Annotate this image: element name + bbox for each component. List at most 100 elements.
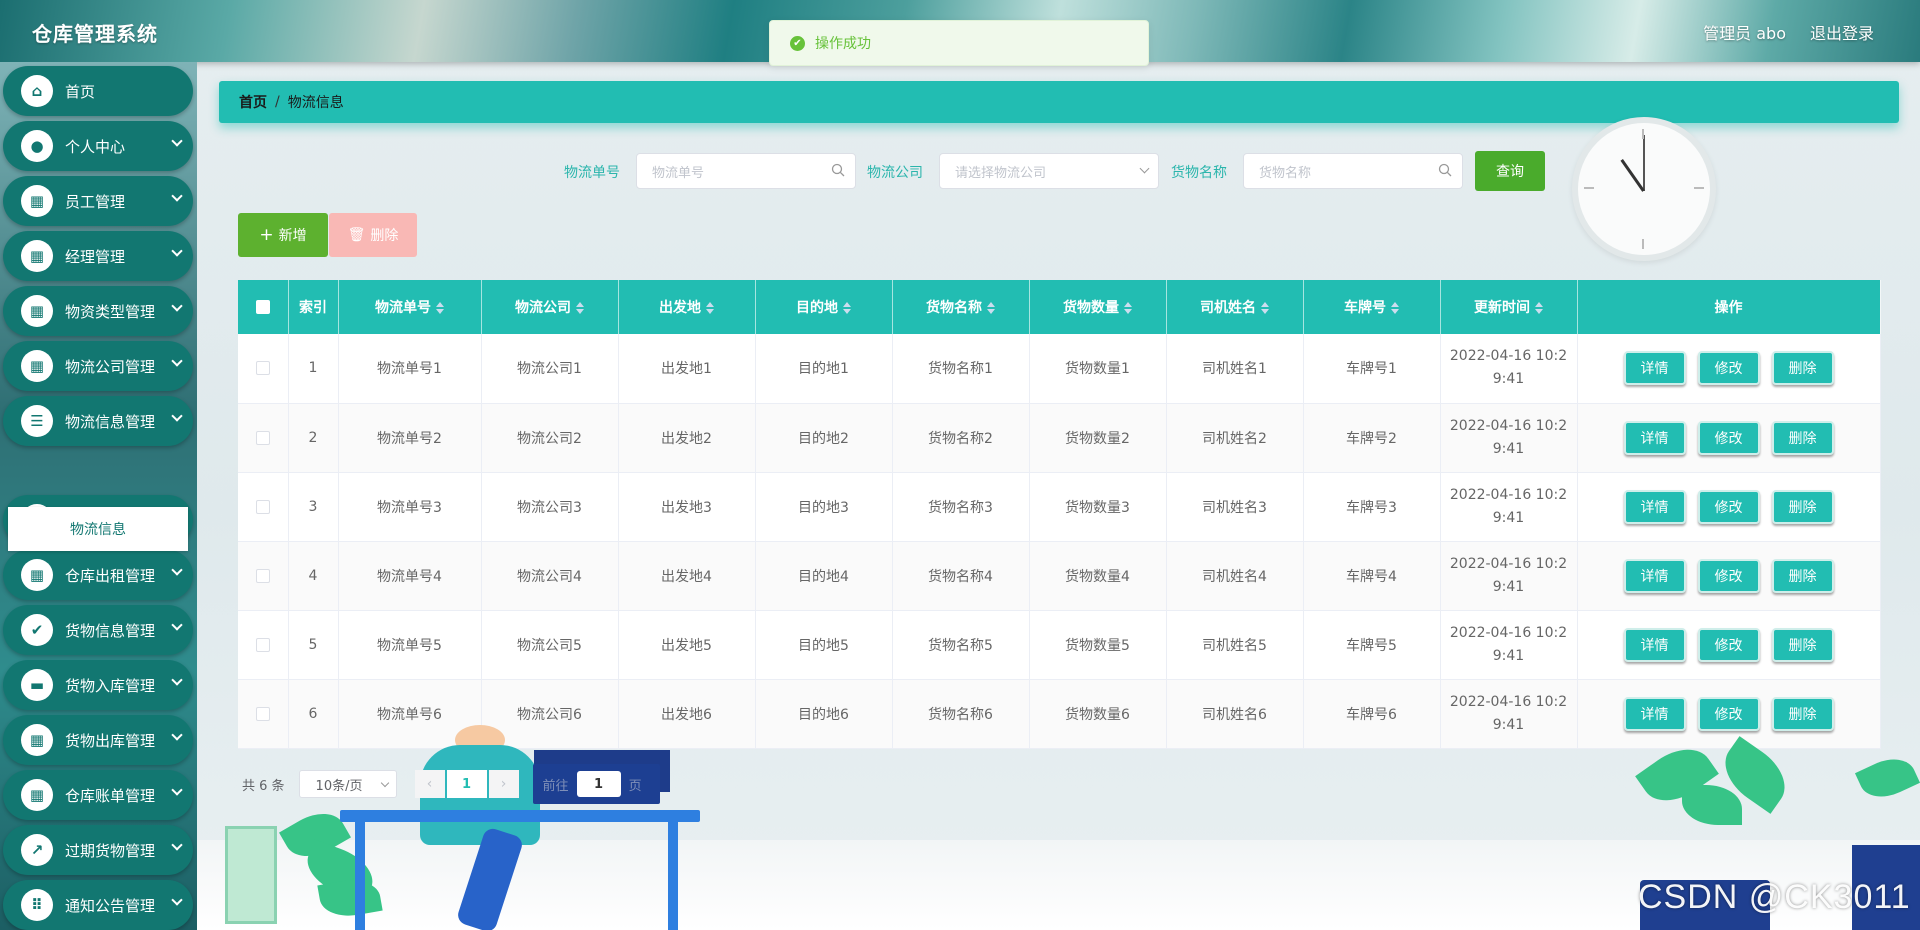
clock-tick xyxy=(1642,129,1644,139)
table-row: 5 物流单号5 物流公司5 出发地5 目的地5 货物名称5 货物数量5 司机姓名5 车牌号5 20… xyxy=(238,610,1881,680)
edit-button[interactable]: 修改 xyxy=(1697,351,1760,386)
sort-icon[interactable] xyxy=(576,302,584,314)
sidebar-item[interactable]: ▦ 仓库出租管理 xyxy=(3,550,193,600)
user-label[interactable]: 管理员 abo xyxy=(1703,20,1786,44)
column-header-goods-qty[interactable]: 货物数量 xyxy=(1029,280,1167,334)
column-header-company[interactable]: 物流公司 xyxy=(481,280,619,334)
desk-decoration xyxy=(355,820,365,930)
cell-driver: 司机姓名3 xyxy=(1166,472,1304,542)
delete-button[interactable]: 删除 xyxy=(1771,489,1834,524)
delete-button[interactable]: 删除 xyxy=(1771,627,1834,662)
edit-button[interactable]: 修改 xyxy=(1697,489,1760,524)
chevron-down-icon xyxy=(171,564,183,576)
delete-button[interactable]: 删除 xyxy=(1771,351,1834,386)
delete-button[interactable]: 删除 xyxy=(1771,696,1834,731)
logistics-company-select[interactable]: 请选择物流公司 xyxy=(939,153,1159,189)
chevron-down-icon xyxy=(171,190,183,202)
cell-goods-qty: 货物数量5 xyxy=(1029,610,1167,680)
detail-button[interactable]: 详情 xyxy=(1623,627,1686,662)
detail-button[interactable]: 详情 xyxy=(1623,558,1686,593)
goods-name-input[interactable]: 货物名称 xyxy=(1243,153,1463,189)
goto-page: 前往 1 页 xyxy=(532,764,660,804)
cell-company: 物流公司4 xyxy=(481,541,619,611)
sort-icon[interactable] xyxy=(1391,302,1399,314)
grid-icon: ▦ xyxy=(21,779,53,811)
page-number-current[interactable]: 1 xyxy=(446,770,487,798)
row-checkbox[interactable] xyxy=(255,499,270,514)
goto-page-input[interactable]: 1 xyxy=(576,771,621,797)
edit-button[interactable]: 修改 xyxy=(1697,558,1760,593)
row-checkbox[interactable] xyxy=(255,430,270,445)
column-header-update-time[interactable]: 更新时间 xyxy=(1440,280,1578,334)
sort-icon[interactable] xyxy=(706,302,714,314)
edit-button[interactable]: 修改 xyxy=(1697,420,1760,455)
edit-button[interactable]: 修改 xyxy=(1697,696,1760,731)
clock-hour-hand xyxy=(1620,159,1645,192)
sort-icon[interactable] xyxy=(436,302,444,314)
sidebar-item[interactable]: ☰ 物流信息管理 xyxy=(3,396,193,446)
sort-icon[interactable] xyxy=(843,302,851,314)
sidebar-item[interactable]: ⌂ 首页 xyxy=(3,66,193,116)
next-page-button[interactable]: › xyxy=(488,770,519,798)
column-header-plate[interactable]: 车牌号 xyxy=(1303,280,1441,334)
column-label: 物流公司 xyxy=(515,300,571,316)
delete-button[interactable]: 删除 xyxy=(1771,558,1834,593)
sidebar-item[interactable]: ▦ 仓库账单管理 xyxy=(3,770,193,820)
column-header-driver[interactable]: 司机姓名 xyxy=(1166,280,1304,334)
breadcrumb-home[interactable]: 首页 xyxy=(239,92,267,112)
update-time-line2: 9:41 xyxy=(1492,578,1525,595)
column-header-logistics-no[interactable]: 物流单号 xyxy=(338,280,482,334)
sort-icon[interactable] xyxy=(1124,302,1132,314)
success-toast: ✔ 操作成功 xyxy=(769,20,1149,66)
cell-index: 6 xyxy=(288,679,339,749)
sidebar-item[interactable]: ▦ 货物出库管理 xyxy=(3,715,193,765)
sidebar-item[interactable]: ↗ 过期货物管理 xyxy=(3,825,193,875)
row-select-cell xyxy=(238,334,289,404)
detail-button[interactable]: 详情 xyxy=(1623,420,1686,455)
cell-goods-name: 货物名称3 xyxy=(892,472,1030,542)
page-size-select[interactable]: 10条/页 xyxy=(298,770,397,798)
add-button-label: 新增 xyxy=(278,228,307,244)
detail-button[interactable]: 详情 xyxy=(1623,489,1686,524)
sidebar-item[interactable]: ▦ 经理管理 xyxy=(3,231,193,281)
select-all-checkbox[interactable] xyxy=(255,300,270,314)
cell-to: 目的地4 xyxy=(755,541,893,611)
logistics-no-input[interactable]: 物流单号 xyxy=(636,153,856,189)
column-header-actions: 操作 xyxy=(1577,280,1881,334)
prev-page-button[interactable]: ‹ xyxy=(414,770,445,798)
column-header-from[interactable]: 出发地 xyxy=(618,280,756,334)
cell-actions: 详情 修改 删除 xyxy=(1577,610,1881,680)
detail-button[interactable]: 详情 xyxy=(1623,696,1686,731)
sidebar-item[interactable]: ▬ 货物入库管理 xyxy=(3,660,193,710)
grid-icon: ▦ xyxy=(21,350,53,382)
sort-icon[interactable] xyxy=(987,302,995,314)
sort-icon[interactable] xyxy=(1261,302,1269,314)
logout-link[interactable]: 退出登录 xyxy=(1810,20,1874,44)
sidebar-item[interactable]: ✔ 货物信息管理 xyxy=(3,605,193,655)
sort-icon[interactable] xyxy=(1535,302,1543,314)
query-button[interactable]: 查询 xyxy=(1475,151,1545,191)
clock-tick xyxy=(1584,187,1594,189)
row-checkbox[interactable] xyxy=(255,706,270,721)
submenu-item-logistics-info[interactable]: 物流信息 xyxy=(8,507,188,551)
detail-button[interactable]: 详情 xyxy=(1623,351,1686,386)
add-button[interactable]: + 新增 xyxy=(238,213,328,257)
chevron-down-icon xyxy=(171,674,183,686)
row-checkbox[interactable] xyxy=(255,637,270,652)
column-label: 司机姓名 xyxy=(1200,300,1256,316)
cell-actions: 详情 修改 删除 xyxy=(1577,334,1881,404)
chat-icon: ▬ xyxy=(21,669,53,701)
column-header-to[interactable]: 目的地 xyxy=(755,280,893,334)
delete-button[interactable]: 删除 xyxy=(1771,420,1834,455)
row-checkbox[interactable] xyxy=(255,568,270,583)
row-checkbox[interactable] xyxy=(255,361,270,376)
sidebar-item[interactable]: ⠿ 通知公告管理 xyxy=(3,880,193,930)
sidebar-item[interactable]: ▦ 员工管理 xyxy=(3,176,193,226)
sidebar-item[interactable]: ▦ 物流公司管理 xyxy=(3,341,193,391)
sidebar-item[interactable]: ● 个人中心 xyxy=(3,121,193,171)
search-icon xyxy=(831,163,845,177)
column-header-goods-name[interactable]: 货物名称 xyxy=(892,280,1030,334)
sidebar-item[interactable]: ▦ 物资类型管理 xyxy=(3,286,193,336)
batch-delete-button[interactable]: 🗑 删除 xyxy=(329,213,417,257)
edit-button[interactable]: 修改 xyxy=(1697,627,1760,662)
